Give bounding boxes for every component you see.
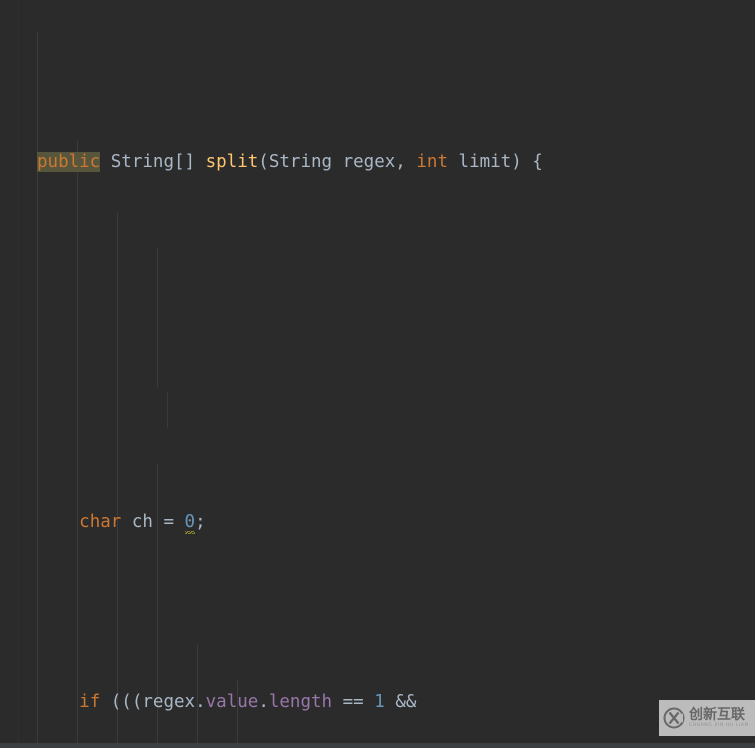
token-keyword-if: if <box>79 692 101 712</box>
horizontal-scrollbar[interactable] <box>0 743 755 748</box>
watermark-text: 创新互联 CHUANG XIN HU LIAN <box>689 708 749 729</box>
code-line-1: public String[] split(String regex, int … <box>0 144 755 180</box>
code-line-3: char ch = 0; <box>0 504 755 540</box>
token-operator-and: && <box>384 692 417 712</box>
token-var-regex: regex <box>142 692 196 712</box>
token-punct: ((( <box>100 692 143 712</box>
token-operator-assign: = <box>152 512 185 532</box>
token-punct: ( <box>258 152 269 172</box>
token-punct: . <box>195 692 206 712</box>
watermark-chinese: 创新互联 <box>689 706 745 723</box>
token-punct: . <box>258 692 269 712</box>
token-punct: ; <box>195 512 206 532</box>
code-content[interactable]: public String[] split(String regex, int … <box>0 0 755 748</box>
token-punct: ) { <box>511 152 543 172</box>
token-punct: , <box>395 152 417 172</box>
token-param-limit: limit <box>458 152 512 172</box>
code-line-4: if (((regex.value.length == 1 && <box>0 684 755 720</box>
watermark-logo: 创新互联 CHUANG XIN HU LIAN <box>659 700 755 736</box>
token-var-ch: ch <box>131 512 153 532</box>
token-operator-eq: == <box>332 692 375 712</box>
token-param-regex: regex <box>342 152 396 172</box>
token-method-split: split <box>205 152 259 172</box>
token-keyword-int: int <box>416 152 448 172</box>
x-logo-icon <box>663 707 685 729</box>
token-type-string: String <box>268 152 333 172</box>
token-number-zero-warning: 0 <box>184 512 196 534</box>
token-field-length: length <box>268 692 333 712</box>
token-field-value: value <box>205 692 259 712</box>
token-keyword-char: char <box>79 512 122 532</box>
token-number-1: 1 <box>374 692 385 712</box>
token-keyword-public: public <box>37 152 101 172</box>
watermark-pinyin: CHUANG XIN HU LIAN <box>689 722 749 728</box>
token-type-string-array: String[] <box>110 152 196 172</box>
code-editor[interactable]: public String[] split(String regex, int … <box>0 0 755 748</box>
